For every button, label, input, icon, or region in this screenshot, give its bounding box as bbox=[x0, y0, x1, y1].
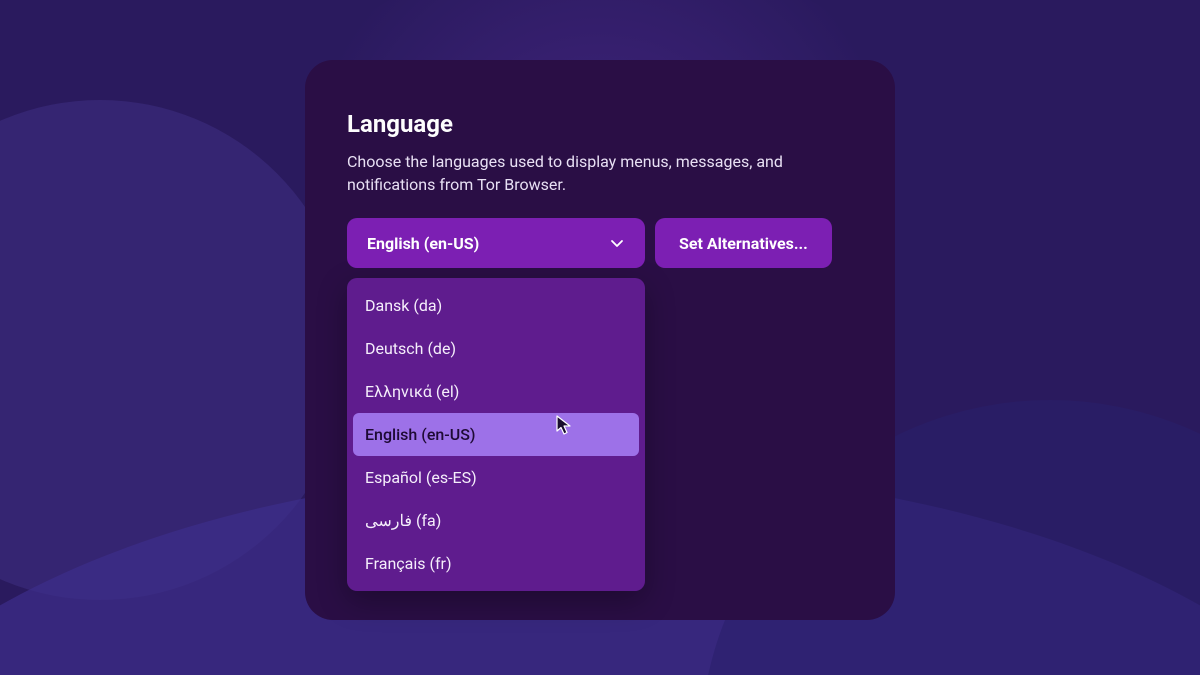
menu-item-deutsch[interactable]: Deutsch (de) bbox=[353, 327, 639, 370]
menu-item-label: فارسی (fa) bbox=[365, 511, 441, 530]
menu-item-dansk[interactable]: Dansk (da) bbox=[353, 284, 639, 327]
menu-item-english[interactable]: English (en-US) bbox=[353, 413, 639, 456]
menu-item-label: Dansk (da) bbox=[365, 296, 442, 315]
panel-description: Choose the languages used to display men… bbox=[347, 150, 807, 196]
menu-item-greek[interactable]: Ελληνικά (el) bbox=[353, 370, 639, 413]
menu-item-label: Français (fr) bbox=[365, 554, 452, 573]
menu-item-label: Ελληνικά (el) bbox=[365, 382, 459, 401]
controls-row: English (en-US) Set Alternatives... bbox=[347, 218, 853, 268]
menu-item-spanish[interactable]: Español (es-ES) bbox=[353, 456, 639, 499]
menu-item-label: Español (es-ES) bbox=[365, 468, 477, 487]
language-dropdown-menu: Dansk (da) Deutsch (de) Ελληνικά (el) En… bbox=[347, 278, 645, 591]
chevron-down-icon bbox=[609, 235, 625, 251]
dropdown-selected-label: English (en-US) bbox=[367, 234, 479, 253]
menu-item-farsi[interactable]: فارسی (fa) bbox=[353, 499, 639, 542]
menu-item-francais[interactable]: Français (fr) bbox=[353, 542, 639, 585]
set-alternatives-label: Set Alternatives... bbox=[679, 234, 808, 253]
set-alternatives-button[interactable]: Set Alternatives... bbox=[655, 218, 832, 268]
language-dropdown-button[interactable]: English (en-US) bbox=[347, 218, 645, 268]
language-settings-panel: Language Choose the languages used to di… bbox=[305, 60, 895, 620]
panel-title: Language bbox=[347, 110, 853, 138]
menu-item-label: Deutsch (de) bbox=[365, 339, 456, 358]
menu-item-label: English (en-US) bbox=[365, 425, 475, 444]
